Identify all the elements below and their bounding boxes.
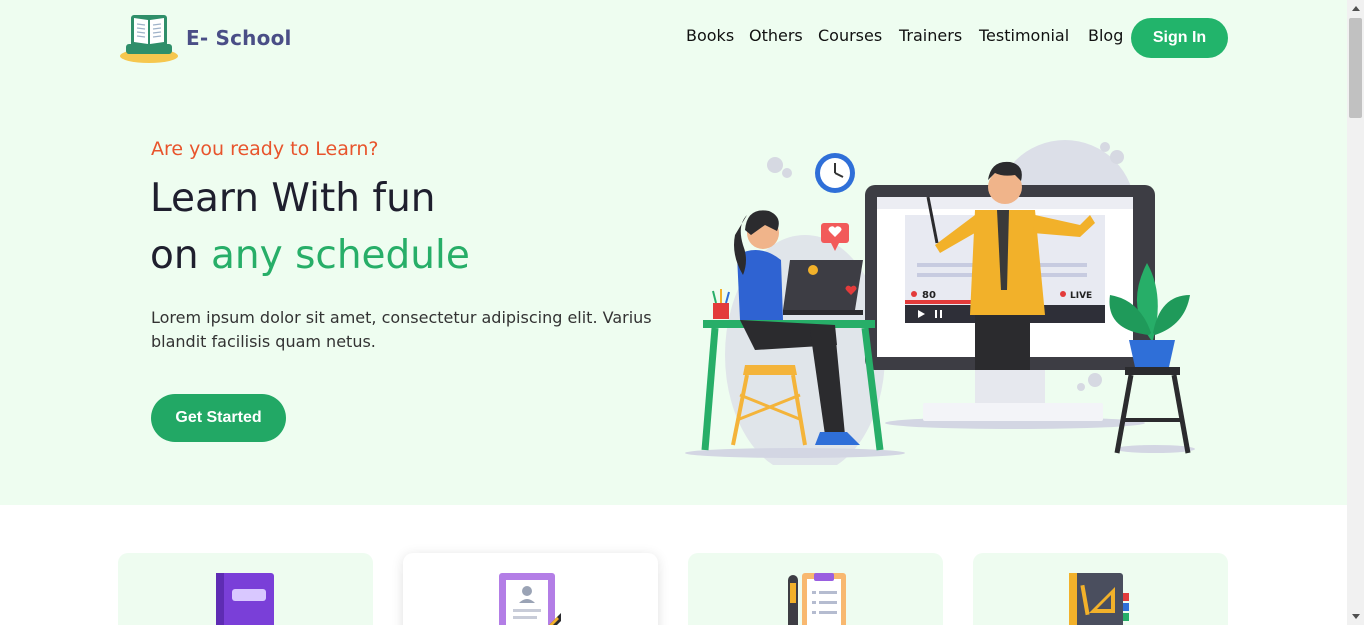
feature-card-certificates[interactable] bbox=[403, 553, 658, 625]
hero-headline: Learn With fun on any schedule bbox=[150, 170, 470, 284]
headline-line-1: Learn With fun bbox=[150, 176, 436, 221]
scroll-up-arrow-icon[interactable] bbox=[1347, 0, 1364, 17]
scrollbar-thumb[interactable] bbox=[1349, 18, 1362, 118]
scroll-down-arrow-icon[interactable] bbox=[1347, 608, 1364, 625]
nav-trainers[interactable]: Trainers bbox=[899, 26, 962, 45]
feature-card-courses[interactable] bbox=[688, 553, 943, 625]
nav-others[interactable]: Others bbox=[749, 26, 803, 45]
get-started-button[interactable]: Get Started bbox=[151, 394, 286, 442]
book-icon bbox=[216, 573, 274, 625]
notebook-icon bbox=[1069, 573, 1129, 625]
live-badge: LIVE bbox=[1070, 291, 1092, 301]
nav-blog[interactable]: Blog bbox=[1088, 26, 1123, 45]
nav-testimonial[interactable]: Testimonial bbox=[979, 26, 1069, 45]
hero-tagline: Are you ready to Learn? bbox=[151, 138, 379, 160]
nav-courses[interactable]: Courses bbox=[818, 26, 882, 45]
sign-in-button[interactable]: Sign In bbox=[1131, 18, 1228, 58]
clock-icon bbox=[815, 153, 855, 193]
headline-accent: any schedule bbox=[210, 233, 470, 278]
viewer-count: 80 bbox=[922, 290, 936, 301]
clipboard-icon bbox=[788, 573, 846, 625]
feature-card-notebook[interactable] bbox=[973, 553, 1228, 625]
headline-prefix: on bbox=[150, 233, 211, 278]
nav-books[interactable]: Books bbox=[686, 26, 734, 45]
feature-card-books[interactable] bbox=[118, 553, 373, 625]
headline-line-2: on any schedule bbox=[150, 227, 470, 284]
certificate-icon bbox=[499, 573, 561, 625]
hero-description: Lorem ipsum dolor sit amet, consectetur … bbox=[151, 308, 652, 351]
online-teaching-illustration: 80 LIVE bbox=[685, 140, 1195, 465]
page-scrollbar[interactable] bbox=[1347, 0, 1364, 625]
